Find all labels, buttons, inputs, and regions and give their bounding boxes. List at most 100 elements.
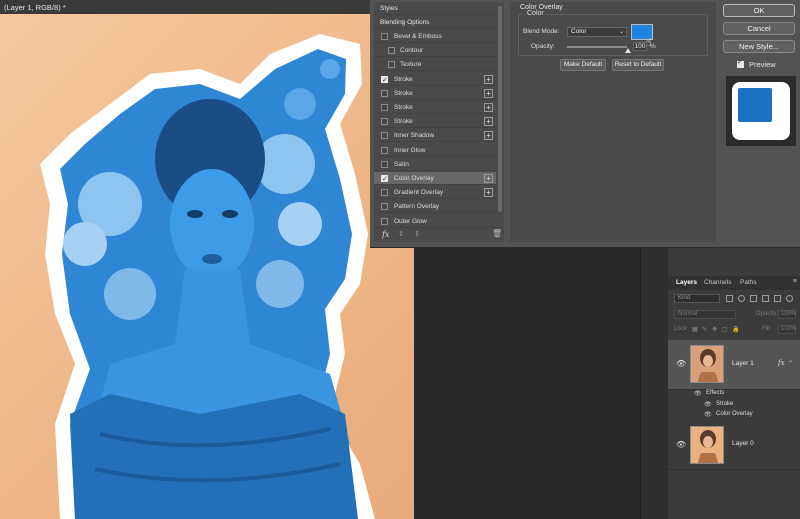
new-style-button[interactable]: New Style... — [723, 40, 795, 53]
add-style-icon[interactable]: + — [484, 131, 493, 141]
panel-menu-icon[interactable]: ≡ — [793, 278, 797, 285]
style-checkbox[interactable] — [381, 89, 388, 97]
style-item-inner-shadow[interactable]: Inner Shadow + — [374, 129, 496, 143]
preview-checkbox[interactable] — [737, 58, 744, 68]
lock-label: Lock: — [674, 326, 689, 332]
fill-input[interactable]: 100% — [778, 325, 796, 334]
style-item-texture[interactable]: Texture — [374, 58, 496, 72]
tab-paths[interactable]: Paths — [740, 279, 757, 286]
layer-blend-row: Normal Opacity: 100% — [672, 310, 796, 320]
trash-icon[interactable]: 🗑 — [492, 229, 502, 238]
style-item-label: Inner Glow — [394, 146, 426, 154]
color-overlay-panel: Color Overlay Color Blend Mode: Color ⌄ … — [510, 2, 716, 242]
document-tab[interactable]: (Layer 1, RGB/8) * — [0, 0, 372, 14]
layer-opacity-input[interactable]: 100% — [778, 310, 796, 319]
lock-position-icon[interactable]: ✥ — [712, 326, 717, 333]
layer-row-layer-1[interactable]: 👁 Layer 1 fx ⌃ — [668, 340, 800, 390]
lock-image-icon[interactable]: ✎ — [702, 326, 707, 333]
layer-0-name[interactable]: Layer 0 — [732, 440, 754, 447]
tab-layers[interactable]: Layers — [676, 279, 697, 286]
styles-scrollbar[interactable] — [498, 6, 502, 212]
effect-color-overlay[interactable]: Color Overlay — [716, 411, 753, 417]
style-item-bevel-emboss[interactable]: Bevel & Emboss — [374, 30, 496, 43]
style-checkbox[interactable] — [381, 104, 388, 111]
lock-all-icon[interactable]: 🔒 — [732, 326, 739, 333]
lock-artboard-icon[interactable]: ▢ — [722, 326, 728, 333]
add-style-icon[interactable]: + — [484, 174, 493, 183]
style-checkbox[interactable] — [381, 203, 388, 211]
layer-row-layer-0[interactable]: 👁 Layer 0 — [668, 422, 800, 470]
filter-shape-icon[interactable] — [762, 295, 769, 302]
lock-transparent-icon[interactable]: ▦ — [692, 326, 698, 333]
style-checkbox[interactable] — [381, 189, 388, 197]
style-item-color-overlay[interactable]: Color Overlay + — [374, 172, 496, 186]
add-style-icon[interactable]: + — [484, 103, 493, 112]
style-item-satin[interactable]: Satin — [374, 158, 496, 171]
fx-icon[interactable]: fx — [382, 230, 389, 239]
effect-stroke[interactable]: Stroke — [716, 401, 733, 407]
color-overlay-effect-eye-icon[interactable]: 👁 — [704, 411, 712, 418]
add-style-icon[interactable]: + — [484, 188, 493, 198]
layer-kind-filter[interactable]: Kind — [674, 294, 720, 303]
style-checkbox[interactable] — [381, 33, 388, 40]
blend-mode-select[interactable]: Color ⌄ — [567, 27, 627, 37]
add-style-icon[interactable]: + — [484, 117, 493, 127]
style-item-label: Stroke — [394, 104, 413, 111]
styles-header[interactable]: Styles — [374, 2, 496, 15]
style-item-gradient-overlay[interactable]: Gradient Overlay + — [374, 186, 496, 200]
style-item-stroke[interactable]: Stroke + — [374, 101, 496, 114]
layer-fx-icon[interactable]: fx — [778, 359, 785, 367]
style-item-pattern-overlay[interactable]: Pattern Overlay — [374, 200, 496, 214]
style-item-stroke[interactable]: Stroke + — [374, 73, 496, 87]
layer-style-dialog: Styles Blending Options Bevel & Emboss Co… — [370, 0, 800, 248]
effects-label: Effects — [706, 390, 725, 396]
styles-header-label: Styles — [380, 5, 398, 12]
layer-blend-mode-select[interactable]: Normal — [674, 310, 736, 319]
add-style-icon[interactable]: + — [484, 74, 493, 84]
chevron-down-icon[interactable]: ⌃ — [788, 360, 793, 367]
opacity-input[interactable]: 100 — [633, 42, 647, 51]
filter-pixel-icon[interactable] — [726, 295, 733, 302]
move-up-icon[interactable]: ⇧ — [398, 230, 404, 238]
filter-smart-object-icon[interactable] — [774, 295, 781, 302]
style-item-label: Inner Shadow — [394, 132, 435, 140]
style-item-outer-glow[interactable]: Outer Glow — [374, 215, 496, 228]
style-item-inner-glow[interactable]: Inner Glow — [374, 144, 496, 157]
layer-1-name[interactable]: Layer 1 — [732, 360, 754, 367]
effects-eye-icon[interactable]: 👁 — [694, 390, 702, 397]
blending-options-item[interactable]: Blending Options — [374, 16, 496, 29]
filter-toggle-icon[interactable] — [786, 295, 793, 302]
style-item-stroke[interactable]: Stroke + — [374, 87, 496, 100]
canvas[interactable] — [0, 14, 414, 519]
filter-type-icon[interactable] — [750, 295, 757, 302]
style-checkbox[interactable] — [381, 74, 388, 87]
stroke-effect-eye-icon[interactable]: 👁 — [704, 401, 712, 408]
style-checkbox[interactable] — [381, 173, 388, 186]
visibility-eye-icon[interactable]: 👁 — [676, 440, 686, 449]
chevron-down-icon: ⌄ — [618, 29, 624, 35]
style-checkbox[interactable] — [388, 61, 395, 69]
style-checkbox[interactable] — [381, 132, 388, 140]
ok-button[interactable]: OK — [723, 4, 795, 17]
opacity-slider[interactable] — [567, 46, 627, 48]
style-item-stroke[interactable]: Stroke + — [374, 115, 496, 129]
style-checkbox[interactable] — [381, 118, 388, 126]
tab-channels[interactable]: Channels — [704, 279, 731, 286]
make-default-button[interactable]: Make Default — [560, 59, 606, 71]
style-checkbox[interactable] — [381, 217, 388, 225]
style-checkbox[interactable] — [388, 47, 395, 55]
style-item-contour[interactable]: Contour — [374, 44, 496, 58]
styles-footer: fx ⇧ ⇩ 🗑 — [374, 228, 504, 242]
cancel-button[interactable]: Cancel — [723, 22, 795, 35]
opacity-slider-handle[interactable] — [625, 48, 631, 53]
style-item-label: Bevel & Emboss — [394, 33, 442, 40]
filter-adjustment-icon[interactable] — [738, 295, 745, 302]
style-checkbox[interactable] — [381, 146, 388, 154]
opacity-label: Opacity: — [531, 43, 555, 50]
add-style-icon[interactable]: + — [484, 88, 493, 98]
reset-default-button[interactable]: Reset to Default — [612, 59, 664, 71]
visibility-eye-icon[interactable]: 👁 — [676, 359, 686, 368]
style-item-label: Stroke — [394, 75, 413, 83]
move-down-icon[interactable]: ⇩ — [414, 230, 420, 238]
style-checkbox[interactable] — [381, 160, 388, 168]
